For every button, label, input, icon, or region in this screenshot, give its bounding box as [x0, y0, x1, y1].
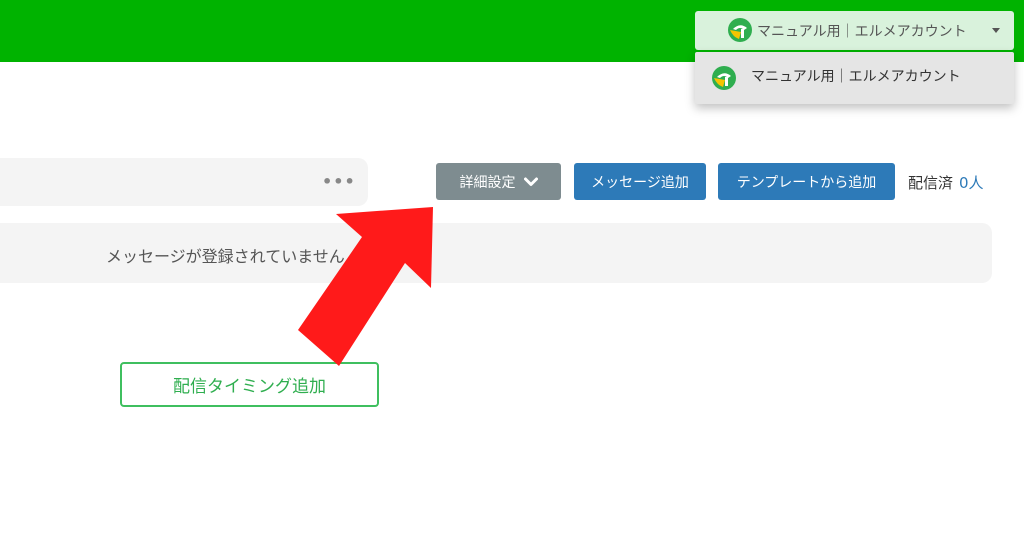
message-list-panel: メッセージが登録されていません	[0, 223, 992, 283]
add-message-button[interactable]: メッセージ追加	[574, 163, 706, 200]
account-switcher-label: マニュアル用｜エルメアカウント	[757, 23, 967, 40]
logo-icon	[728, 18, 752, 42]
detail-settings-button[interactable]: 詳細設定	[436, 163, 561, 200]
more-dots-icon[interactable]: •••	[322, 172, 356, 191]
logo-icon	[712, 66, 736, 90]
detail-settings-label: 詳細設定	[459, 174, 516, 191]
add-message-label: メッセージ追加	[591, 174, 689, 191]
dropdown-item-account[interactable]: マニュアル用｜エルメアカウント	[695, 52, 1014, 100]
empty-message-text: メッセージが登録されていません	[106, 247, 345, 266]
sent-count[interactable]: 0人	[959, 174, 984, 192]
chevron-down-icon	[523, 177, 538, 186]
account-switcher-button[interactable]: マニュアル用｜エルメアカウント	[695, 11, 1014, 50]
add-timing-label: 配信タイミング追加	[173, 377, 326, 397]
add-from-template-button[interactable]: テンプレートから追加	[718, 163, 895, 200]
sent-status: 配信済 0人	[908, 172, 984, 193]
add-timing-button[interactable]: 配信タイミング追加	[120, 362, 379, 407]
account-dropdown-menu: マニュアル用｜エルメアカウント	[695, 52, 1014, 104]
add-from-template-label: テンプレートから追加	[736, 174, 877, 191]
caret-down-icon	[992, 28, 1000, 33]
sent-label: 配信済	[908, 174, 954, 192]
dropdown-item-label: マニュアル用｜エルメアカウント	[751, 69, 961, 85]
message-title-bar: •••	[0, 158, 368, 206]
